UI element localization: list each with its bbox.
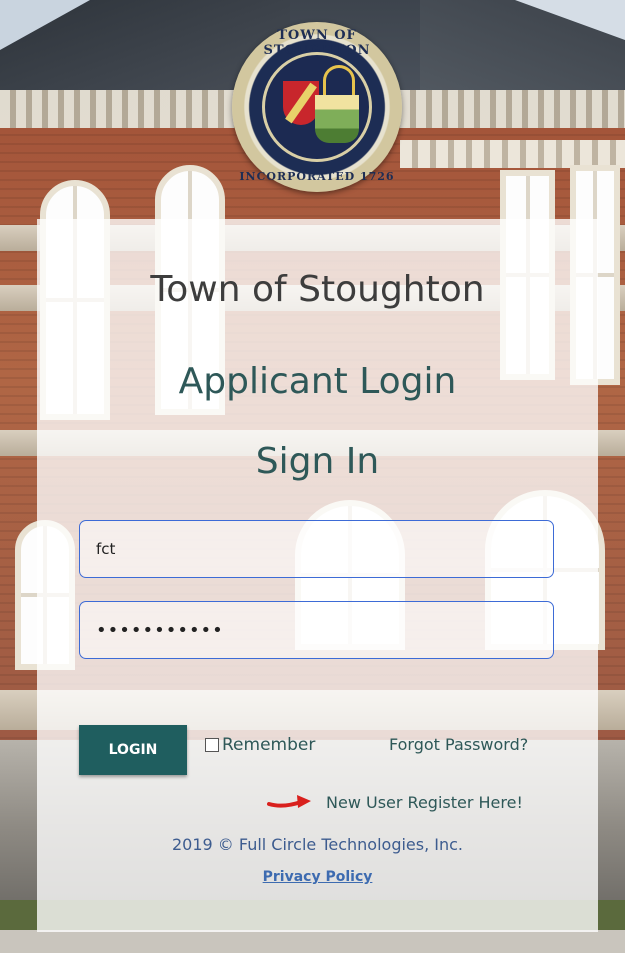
remember-checkbox[interactable] bbox=[205, 738, 219, 752]
town-name-heading: Town of Stoughton bbox=[150, 269, 485, 310]
password-input[interactable] bbox=[79, 601, 554, 659]
privacy-policy-link[interactable]: Privacy Policy bbox=[263, 869, 373, 885]
login-button[interactable]: LOGIN bbox=[79, 725, 187, 775]
sign-in-heading: Sign In bbox=[255, 441, 380, 482]
seal-text-bottom: INCORPORATED 1726 bbox=[239, 170, 395, 183]
forgot-password-link[interactable]: Forgot Password? bbox=[389, 735, 528, 754]
login-panel: Town of Stoughton Applicant Login Sign I… bbox=[37, 219, 598, 932]
harp-icon bbox=[323, 65, 355, 96]
town-seal-logo: TOWN OF STOUGHTON INCORPORATED 1726 bbox=[232, 22, 402, 192]
arrow-right-icon bbox=[267, 795, 311, 808]
register-link[interactable]: New User Register Here! bbox=[326, 793, 523, 812]
username-input[interactable] bbox=[79, 520, 554, 578]
remember-label: Remember bbox=[222, 735, 316, 755]
page-title: Applicant Login bbox=[178, 361, 457, 402]
copyright-text: 2019 © Full Circle Technologies, Inc. bbox=[171, 835, 464, 854]
landscape-shield-icon bbox=[315, 95, 359, 143]
shield-cross-icon bbox=[283, 81, 319, 125]
remember-checkbox-group[interactable]: Remember bbox=[205, 735, 315, 755]
